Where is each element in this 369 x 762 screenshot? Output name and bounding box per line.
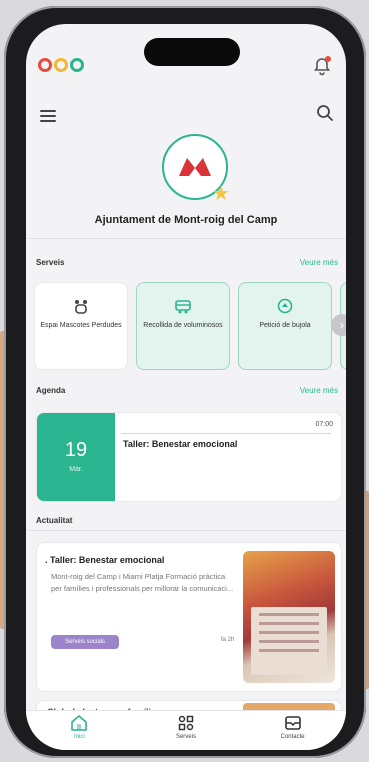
service-label: Espai Mascotes Perdudes — [40, 322, 122, 329]
crest-icon — [179, 158, 211, 176]
news-item-title: . Taller: Benestar emocional — [45, 555, 165, 565]
favorite-star-icon[interactable]: ★ — [212, 184, 230, 204]
logo-ring-red — [38, 58, 52, 72]
event-divider — [121, 433, 331, 434]
bottom-tab-bar: Inici Serveis Contacte — [26, 710, 346, 750]
phone-frame: ★ Ajuntament de Mont-roig del Camp Serve… — [4, 6, 366, 758]
tab-label: Serveis — [175, 734, 196, 740]
news-header: Actualitat — [36, 516, 338, 525]
app-screen: ★ Ajuntament de Mont-roig del Camp Serve… — [26, 24, 346, 750]
category-badge[interactable]: Serveis socials — [51, 635, 119, 649]
agenda-title: Agenda — [36, 386, 66, 395]
town-name: Ajuntament de Mont-roig del Camp — [94, 214, 278, 226]
agenda-header: Agenda Veure més — [36, 386, 338, 395]
service-card-pets[interactable]: Espai Mascotes Perdudes — [34, 282, 128, 370]
event-day: 19 — [64, 439, 88, 461]
services-more-link[interactable]: Veure més — [300, 258, 338, 267]
carousel-next-button[interactable]: › — [331, 314, 346, 336]
logo-ring-green — [70, 58, 84, 72]
tab-home[interactable]: Inici — [39, 711, 119, 740]
mail-icon — [284, 716, 301, 730]
news-item-body: Mont-roig del Camp i Miami Platja Formac… — [51, 572, 234, 593]
tab-label: Contacte — [280, 734, 305, 740]
dynamic-island — [144, 38, 240, 66]
recycle-icon — [277, 298, 293, 314]
agenda-event-card[interactable]: 19 Màr. 07:00 Taller: Benestar emocional — [36, 412, 342, 502]
event-time: 07:00 — [315, 421, 333, 428]
service-label: Petició de bujola — [259, 322, 311, 329]
grid-icon — [178, 715, 194, 731]
news-title: Actualitat — [36, 516, 73, 525]
search-icon[interactable] — [316, 104, 334, 127]
hamburger-icon[interactable] — [40, 110, 56, 125]
services-carousel[interactable]: Espai Mascotes Perdudes Recollida de vol… — [34, 282, 346, 372]
divider — [26, 530, 346, 531]
event-date-block: 19 Màr. — [37, 413, 115, 501]
tab-label: Inici — [73, 734, 85, 740]
news-item-image — [243, 551, 335, 683]
event-title: Taller: Benestar emocional — [123, 439, 238, 449]
home-icon — [71, 715, 88, 731]
app-logo — [38, 58, 84, 72]
tab-contact[interactable]: Contacte — [253, 711, 333, 740]
pet-icon — [75, 300, 87, 314]
notification-dot — [325, 56, 331, 62]
truck-icon — [175, 300, 191, 314]
service-label: Recollida de voluminosos — [143, 322, 223, 329]
logo-ring-yellow — [54, 58, 68, 72]
service-card-bulky[interactable]: Recollida de voluminosos — [136, 282, 230, 370]
service-card-bin[interactable]: Petició de bujola — [238, 282, 332, 370]
bell-icon[interactable] — [312, 56, 332, 76]
agenda-more-link[interactable]: Veure més — [300, 386, 338, 395]
news-item-time: fa 2h — [221, 637, 235, 643]
services-header: Serveis Veure més — [36, 258, 338, 267]
news-poster — [251, 607, 327, 675]
divider — [26, 238, 346, 239]
tab-services[interactable]: Serveis — [146, 711, 226, 740]
event-month: Màr. — [69, 466, 83, 473]
services-title: Serveis — [36, 258, 65, 267]
news-card[interactable]: . Taller: Benestar emocional Mont-roig d… — [36, 542, 342, 692]
